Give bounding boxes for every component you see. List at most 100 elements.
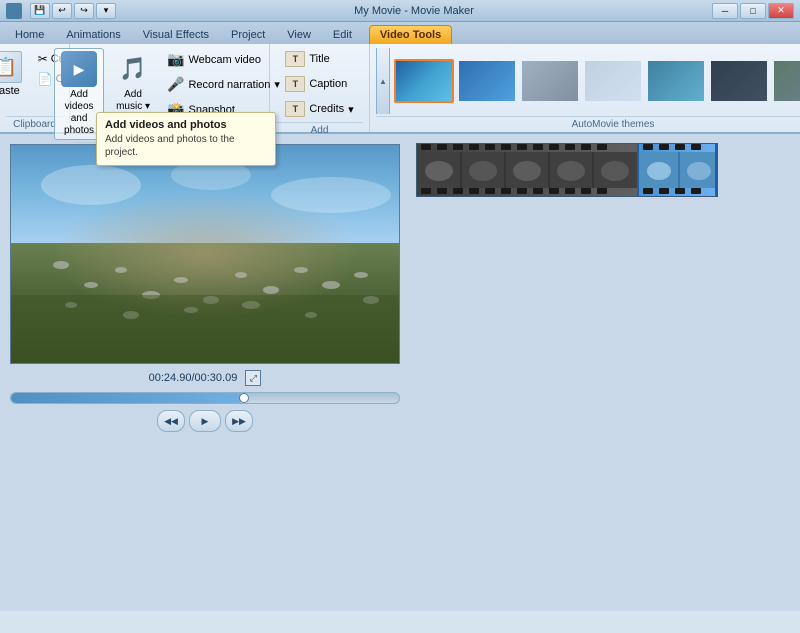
- theme-thumb-2: [522, 61, 578, 101]
- perfs-top-sel: [639, 144, 715, 152]
- dropdown-quick-btn[interactable]: ▾: [96, 3, 116, 19]
- film-sel-svg: [639, 152, 715, 188]
- minimize-btn[interactable]: ─: [712, 3, 738, 19]
- time-display: 00:24.90/00:30.09 ⤢: [10, 370, 400, 386]
- progress-bar[interactable]: [10, 392, 400, 404]
- theme-thumb-4: [648, 61, 704, 101]
- preview-video: [10, 144, 400, 364]
- media-btns: 📷 Webcam video 🎤 Record narration ▾ 📸 Sn…: [162, 48, 285, 121]
- tooltip: Add videos and photos Add videos and pho…: [96, 112, 276, 166]
- theme-thumb-6: [774, 61, 800, 101]
- film-frames-sel: [639, 152, 715, 188]
- themes-grid: [394, 59, 800, 103]
- text-btns: T Title T Caption T Credits ▾: [278, 48, 360, 120]
- caption-label: Caption: [309, 78, 347, 90]
- film-content-svg: [417, 152, 637, 188]
- theme-item-3[interactable]: [583, 59, 643, 103]
- app-icon: [6, 3, 22, 19]
- title-bar: 💾 ↩ ↪ ▾ My Movie - Movie Maker ─ □ ✕: [0, 0, 800, 22]
- paste-label: Paste: [0, 85, 20, 97]
- title-button[interactable]: T Title: [278, 48, 360, 70]
- perfs-bottom-main: [417, 188, 637, 196]
- perfs-top-main: [417, 144, 637, 152]
- main-area: 00:24.90/00:30.09 ⤢ ◀◀ ▶ ▶▶: [0, 134, 800, 611]
- tab-edit[interactable]: Edit: [322, 25, 363, 44]
- title-label: Title: [309, 53, 329, 65]
- tab-visual-effects[interactable]: Visual Effects: [132, 25, 220, 44]
- close-btn[interactable]: ✕: [768, 3, 794, 19]
- tab-view[interactable]: View: [276, 25, 322, 44]
- paste-button[interactable]: 📋 Paste: [0, 48, 29, 100]
- record-narration-button[interactable]: 🎤 Record narration ▾: [162, 73, 285, 96]
- film-selected: [637, 144, 717, 196]
- text-content: T Title T Caption T Credits ▾: [278, 48, 360, 120]
- theme-item-6[interactable]: [772, 59, 800, 103]
- ribbon-tabs: Home Animations Visual Effects Project V…: [0, 22, 800, 44]
- play-button[interactable]: ▶: [189, 410, 221, 432]
- paste-icon: 📋: [0, 51, 22, 83]
- timeline-strip: [416, 140, 794, 200]
- timeline-area: [410, 134, 800, 611]
- credits-label: Credits: [309, 103, 344, 115]
- webcam-button[interactable]: 📷 Webcam video: [162, 48, 285, 71]
- themes-section: ▲: [370, 44, 800, 132]
- add-videos-icon: [61, 51, 97, 87]
- tab-animations[interactable]: Animations: [55, 25, 131, 44]
- film-main: [417, 144, 637, 196]
- themes-scroll-up[interactable]: ▲: [376, 48, 390, 114]
- film-frames-main: [417, 152, 637, 188]
- theme-thumb-3: [585, 61, 641, 101]
- copy-icon: 📄: [38, 72, 53, 86]
- webcam-label: Webcam video: [188, 54, 261, 66]
- text-group-label: Add: [276, 122, 363, 136]
- theme-item-4[interactable]: [646, 59, 706, 103]
- tooltip-desc: Add videos and photos to the project.: [105, 133, 267, 159]
- save-quick-btn[interactable]: 💾: [30, 3, 50, 19]
- scene-svg: [11, 145, 399, 363]
- theme-thumb-1: [459, 61, 515, 101]
- tooltip-title: Add videos and photos: [105, 119, 267, 131]
- timecode: 00:24.90/00:30.09: [149, 372, 238, 384]
- preview-panel: 00:24.90/00:30.09 ⤢ ◀◀ ▶ ▶▶: [0, 134, 410, 611]
- window-title: My Movie - Movie Maker: [116, 5, 712, 17]
- caption-button[interactable]: T Caption: [278, 73, 360, 95]
- progress-thumb: [239, 393, 249, 403]
- title-icon: T: [285, 51, 305, 67]
- themes-content: ▲: [376, 48, 800, 114]
- text-group: T Title T Caption T Credits ▾ Add: [270, 44, 370, 132]
- maximize-btn[interactable]: □: [740, 3, 766, 19]
- microphone-icon: 🎤: [167, 76, 184, 93]
- redo-quick-btn[interactable]: ↪: [74, 3, 94, 19]
- perfs-bottom-sel: [639, 188, 715, 196]
- add-music-button[interactable]: 🎵 Addmusic ▾: [108, 48, 158, 116]
- credits-icon: T: [285, 101, 305, 117]
- webcam-icon: 📷: [167, 51, 184, 68]
- theme-item-2[interactable]: [520, 59, 580, 103]
- add-videos-label: Add videosand photos: [61, 89, 97, 137]
- themes-label: AutoMovie themes: [376, 116, 800, 130]
- tab-project[interactable]: Project: [220, 25, 276, 44]
- add-music-icon: 🎵: [115, 51, 151, 87]
- window-controls: ─ □ ✕: [712, 3, 794, 19]
- undo-quick-btn[interactable]: ↩: [52, 3, 72, 19]
- add-music-label: Addmusic ▾: [116, 89, 150, 113]
- theme-item-1[interactable]: [457, 59, 517, 103]
- record-label: Record narration: [188, 79, 270, 91]
- theme-item-5[interactable]: [709, 59, 769, 103]
- forward-button[interactable]: ▶▶: [225, 410, 253, 432]
- progress-fill: [11, 393, 244, 403]
- title-bar-left: 💾 ↩ ↪ ▾: [6, 3, 116, 19]
- fullscreen-button[interactable]: ⤢: [245, 370, 261, 386]
- tab-home[interactable]: Home: [4, 25, 55, 44]
- caption-icon: T: [285, 76, 305, 92]
- rewind-button[interactable]: ◀◀: [157, 410, 185, 432]
- quick-toolbar: 💾 ↩ ↪ ▾: [30, 3, 116, 19]
- film-strip[interactable]: [416, 143, 718, 197]
- theme-thumb-0: [396, 61, 452, 101]
- cut-icon: ✂: [38, 52, 48, 66]
- tab-video-tools[interactable]: Video Tools: [369, 25, 452, 44]
- playback-controls: ◀◀ ▶ ▶▶: [10, 410, 400, 432]
- theme-thumb-5: [711, 61, 767, 101]
- credits-button[interactable]: T Credits ▾: [278, 98, 360, 120]
- theme-item-0[interactable]: [394, 59, 454, 103]
